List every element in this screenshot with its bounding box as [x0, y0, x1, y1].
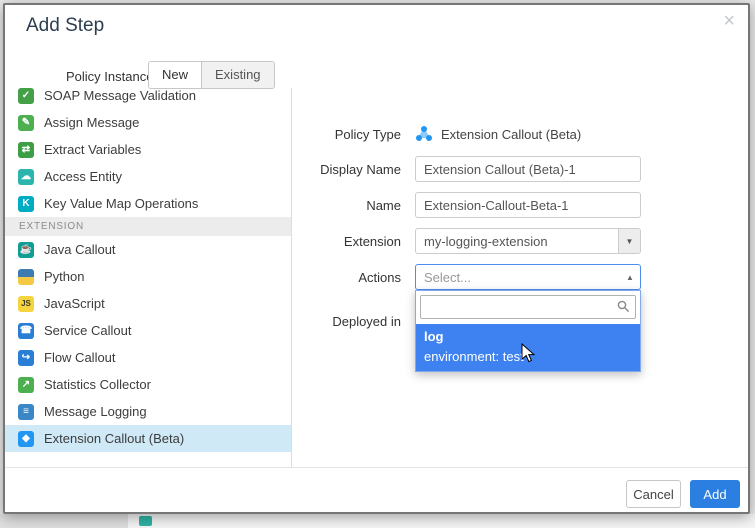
sidebar-item-label: JavaScript: [44, 296, 105, 311]
extension-label: Extension: [241, 234, 401, 249]
extension-logo-icon: [415, 125, 433, 143]
extract-variables-icon: ⇄: [18, 142, 34, 158]
actions-search: [416, 291, 640, 323]
sidebar-item-label: Message Logging: [44, 404, 147, 419]
actions-search-input[interactable]: [420, 295, 636, 319]
modal-title: Add Step: [26, 15, 104, 37]
actions-select-placeholder: Select...: [416, 270, 620, 285]
service-callout-icon: ☎: [18, 323, 34, 339]
java-callout-icon: ☕: [18, 242, 34, 258]
assign-message-icon: ✎: [18, 115, 34, 131]
python-icon: [18, 269, 34, 285]
extension-select[interactable]: my-logging-extension ▼: [415, 228, 641, 254]
extension-callout-icon: ◆: [18, 431, 34, 447]
chevron-down-icon: ▼: [618, 229, 640, 253]
sidebar-item-flow-callout[interactable]: ↪ Flow Callout: [5, 344, 291, 371]
javascript-icon: JS: [18, 296, 34, 312]
sidebar-item-label: Python: [44, 269, 84, 284]
cancel-button[interactable]: Cancel: [626, 480, 681, 508]
policy-instance-existing-button[interactable]: Existing: [201, 62, 274, 88]
sidebar-item-label: Flow Callout: [44, 350, 116, 365]
sidebar-item-javascript[interactable]: JS JavaScript: [5, 290, 291, 317]
sidebar-item-statistics-collector[interactable]: ↗ Statistics Collector: [5, 371, 291, 398]
name-label: Name: [241, 198, 401, 213]
sidebar-item-label: Assign Message: [44, 115, 139, 130]
key-value-map-icon: K: [18, 196, 34, 212]
background-page: [0, 514, 755, 528]
actions-select[interactable]: Select... ▲: [415, 264, 641, 290]
add-step-modal: Add Step × Policy Instance New Existing …: [3, 3, 750, 514]
name-input[interactable]: [415, 192, 641, 218]
policy-instance-toggle: New Existing: [148, 61, 275, 89]
soap-message-validation-icon: ✓: [18, 88, 34, 104]
add-button[interactable]: Add: [690, 480, 740, 508]
background-row: [128, 514, 755, 528]
actions-label: Actions: [241, 270, 401, 285]
message-logging-icon: ≡: [18, 404, 34, 420]
sidebar-item-soap-message-validation[interactable]: ✓ SOAP Message Validation: [5, 88, 291, 109]
policy-type-label: Policy Type: [241, 127, 401, 142]
sidebar-item-label: Extension Callout (Beta): [44, 431, 184, 446]
sidebar-item-label: Key Value Map Operations: [44, 196, 198, 211]
search-icon: [617, 300, 630, 313]
extension-select-value: my-logging-extension: [416, 234, 618, 249]
close-icon[interactable]: ×: [723, 11, 735, 31]
sidebar-item-label: Service Callout: [44, 323, 131, 338]
display-name-input[interactable]: [415, 156, 641, 182]
sidebar-item-label: SOAP Message Validation: [44, 88, 196, 103]
statistics-collector-icon: ↗: [18, 377, 34, 393]
sidebar-item-message-logging[interactable]: ≡ Message Logging: [5, 398, 291, 425]
sidebar-item-extension-callout-beta[interactable]: ◆ Extension Callout (Beta): [5, 425, 291, 452]
chevron-up-icon: ▲: [620, 273, 640, 282]
deployed-in-label: Deployed in: [241, 314, 401, 329]
sidebar-item-label: Extract Variables: [44, 142, 141, 157]
access-entity-icon: ☁: [18, 169, 34, 185]
sidebar-item-label: Access Entity: [44, 169, 122, 184]
mouse-cursor: [521, 343, 535, 363]
footer-divider: [5, 467, 748, 468]
policy-type-text: Extension Callout (Beta): [441, 127, 581, 142]
policy-type-value: Extension Callout (Beta): [415, 122, 581, 146]
sidebar-item-label: Statistics Collector: [44, 377, 151, 392]
policy-instance-label: Policy Instance: [66, 69, 153, 84]
policy-instance-new-button[interactable]: New: [149, 62, 201, 88]
background-icon: [139, 516, 152, 526]
sidebar-item-label: Java Callout: [44, 242, 116, 257]
flow-callout-icon: ↪: [18, 350, 34, 366]
display-name-label: Display Name: [241, 162, 401, 177]
